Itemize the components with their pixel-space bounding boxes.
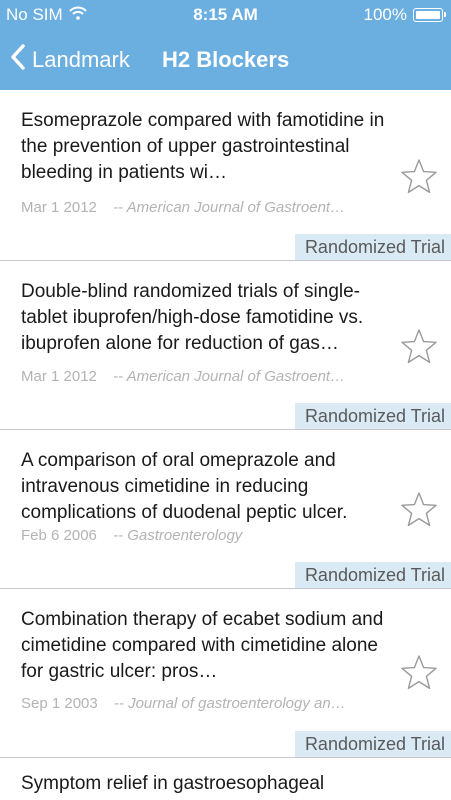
article-title: Double-blind randomized trials of single… <box>21 281 364 354</box>
battery-icon <box>413 8 446 22</box>
page-title: H2 Blockers <box>162 47 290 72</box>
list-item[interactable]: Double-blind randomized trials of single… <box>0 261 451 430</box>
article-journal: -- Gastroenterology <box>113 527 243 544</box>
article-date: Sep 1 2003 <box>21 695 98 712</box>
article-title: Symptom relief in gastroesophageal <box>21 773 325 794</box>
favorite-star-icon[interactable] <box>401 491 437 527</box>
favorite-star-icon[interactable] <box>401 328 437 364</box>
article-title: Combination therapy of ecabet sodium and… <box>21 609 384 682</box>
article-list: Esomeprazole compared with famotidine in… <box>0 90 451 800</box>
favorite-star-icon[interactable] <box>401 654 437 690</box>
article-meta: Feb 6 2006 -- Gastroenterology <box>21 527 391 544</box>
back-button[interactable]: Landmark <box>10 30 130 90</box>
article-meta: Sep 1 2003 -- Journal of gastroenterolog… <box>21 695 391 712</box>
article-journal: -- American Journal of Gastroent… <box>113 368 346 385</box>
list-item[interactable]: Symptom relief in gastroesophageal <box>0 758 451 800</box>
status-bar: No SIM 8:15 AM 100% <box>0 0 451 30</box>
status-right: 100% <box>363 5 446 25</box>
article-title: A comparison of oral omeprazole and intr… <box>21 450 348 523</box>
navigation-bar: Landmark H2 Blockers <box>0 30 451 90</box>
study-type-tag: Randomized Trial <box>294 731 451 757</box>
article-journal: -- American Journal of Gastroent… <box>113 199 346 216</box>
chevron-left-icon <box>10 43 26 77</box>
back-label: Landmark <box>32 47 130 72</box>
study-type-tag: Randomized Trial <box>294 562 451 588</box>
article-meta: Mar 1 2012 -- American Journal of Gastro… <box>21 199 391 216</box>
study-type-tag: Randomized Trial <box>294 234 451 260</box>
list-item[interactable]: Esomeprazole compared with famotidine in… <box>0 90 451 261</box>
article-meta: Mar 1 2012 -- American Journal of Gastro… <box>21 368 391 385</box>
article-journal: -- Journal of gastroenterology an… <box>113 695 346 712</box>
study-type-tag: Randomized Trial <box>294 403 451 429</box>
article-date: Mar 1 2012 <box>21 368 97 385</box>
list-item[interactable]: Combination therapy of ecabet sodium and… <box>0 589 451 758</box>
favorite-star-icon[interactable] <box>401 158 437 194</box>
article-date: Mar 1 2012 <box>21 199 97 216</box>
article-title: Esomeprazole compared with famotidine in… <box>21 110 385 183</box>
article-date: Feb 6 2006 <box>21 527 97 544</box>
battery-percent: 100% <box>363 5 407 24</box>
list-item[interactable]: A comparison of oral omeprazole and intr… <box>0 430 451 589</box>
